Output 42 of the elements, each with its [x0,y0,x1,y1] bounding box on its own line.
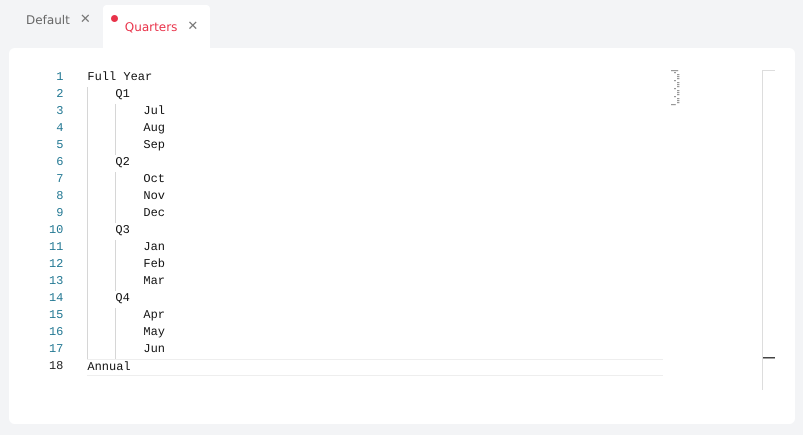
tab-label: Default [26,12,70,26]
line-number: 15 [48,308,64,324]
editor-tab[interactable]: Default ✕ [18,5,103,48]
line-number: 18 [48,359,64,375]
line-number: 17 [48,342,64,358]
code-line: May [143,325,165,341]
close-icon[interactable]: ✕ [187,19,198,34]
tab-label: Quarters [124,20,178,34]
code-line: Oct [143,172,165,188]
code-line: Nov [143,189,165,205]
close-icon[interactable]: ✕ [80,12,91,27]
code-line: Feb [143,257,165,273]
line-number: 2 [55,87,64,103]
editor-tab[interactable]: Quarters ✕ [102,5,210,48]
line-number: 13 [48,274,64,290]
line-number: 5 [55,138,64,154]
line-number: 14 [48,291,64,307]
code-line: Q3 [115,223,130,239]
line-number: 8 [55,189,64,205]
code-line: Jul [143,104,165,120]
line-number: 7 [55,172,64,188]
line-number: 12 [48,257,64,273]
line-number: 9 [55,206,64,222]
line-number: 16 [48,325,64,341]
line-number: 3 [55,104,64,120]
code-line: Apr [143,308,165,324]
code-line: Q4 [115,291,130,307]
code-line: Q1 [115,87,130,103]
code-line: Sep [143,138,165,154]
code-line: Full Year [87,70,152,86]
code-line: Annual [87,360,131,375]
line-number: 11 [48,240,64,256]
code-line: Dec [143,206,165,222]
code-line: Jan [143,240,165,256]
line-number: 1 [55,70,64,86]
line-number: 4 [55,121,64,137]
code-line: Q2 [115,155,130,171]
line-number: 6 [55,155,64,171]
line-number: 10 [48,223,64,239]
code-line: Aug [143,121,165,137]
code-line: Mar [143,274,165,290]
code-line: Jun [143,342,165,358]
